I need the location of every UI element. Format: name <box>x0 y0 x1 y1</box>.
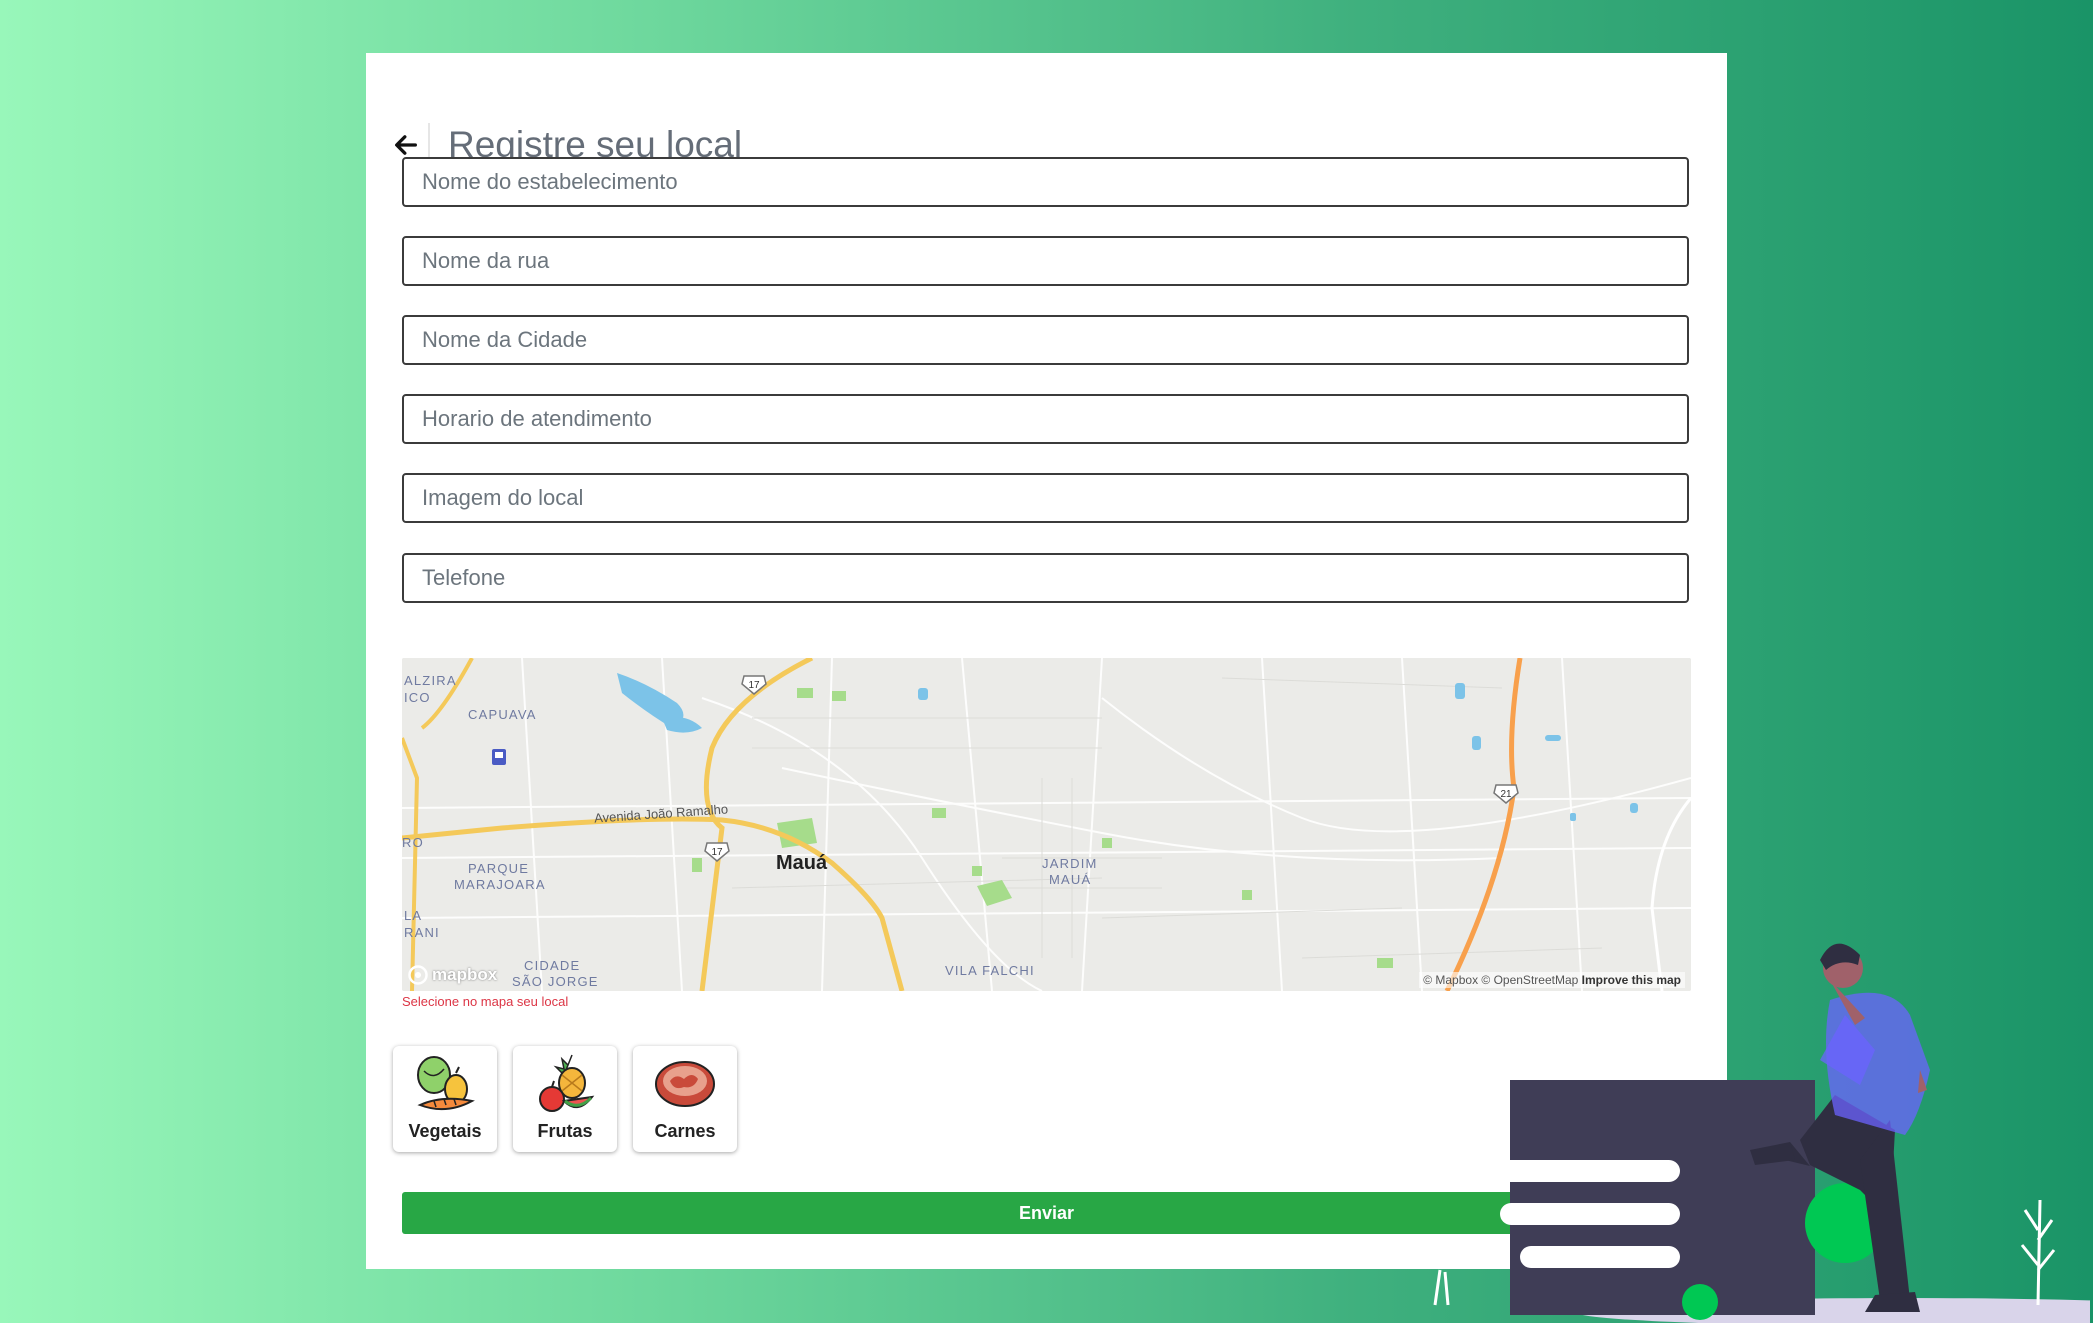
map-label-capuava: CAPUAVA <box>468 707 537 722</box>
map-label-parque: PARQUE <box>468 861 530 876</box>
map-label-sao-jorge: SÃO JORGE <box>512 974 599 989</box>
category-vegetais[interactable]: Vegetais <box>393 1046 497 1152</box>
category-carnes[interactable]: Carnes <box>633 1046 737 1152</box>
svg-text:21: 21 <box>1500 789 1512 800</box>
map-label-la: LA <box>404 908 423 923</box>
nome-estabelecimento-input[interactable] <box>404 159 1687 205</box>
person-illustration <box>1433 943 2090 1323</box>
mapbox-icon <box>408 965 428 985</box>
telefone-input[interactable] <box>404 555 1687 601</box>
field-nome-cidade <box>402 315 1689 365</box>
svg-text:17: 17 <box>748 680 760 691</box>
map-label-rani: RANI <box>404 925 440 940</box>
category-label: Carnes <box>654 1121 716 1141</box>
category-label: Frutas <box>537 1121 593 1141</box>
category-label: Vegetais <box>408 1121 482 1141</box>
field-imagem <box>402 473 1689 523</box>
field-telefone <box>402 553 1689 603</box>
imagem-input[interactable] <box>404 475 1687 521</box>
meat-icon <box>655 1061 715 1107</box>
nome-rua-input[interactable] <box>404 238 1687 284</box>
fruits-icon <box>539 1054 595 1112</box>
map-label-alzira: ALZIRA <box>404 673 457 688</box>
arrow-left-icon <box>395 135 417 155</box>
field-nome-rua <box>402 236 1689 286</box>
vegetables-icon <box>417 1056 475 1111</box>
horario-input[interactable] <box>404 396 1687 442</box>
field-nome-estabelecimento <box>402 157 1689 207</box>
field-horario <box>402 394 1689 444</box>
map-label-jardim: JARDIM <box>1042 856 1098 871</box>
map-label-marajoara: MARAJOARA <box>454 877 546 892</box>
map-label-vila-falchi: VILA FALCHI <box>945 963 1035 978</box>
map-label-ro: RO <box>402 835 424 850</box>
map-label-maua-district: MAUÁ <box>1049 872 1092 887</box>
mapbox-logo-text: mapbox <box>432 965 498 984</box>
nome-cidade-input[interactable] <box>404 317 1687 363</box>
category-frutas[interactable]: Frutas <box>513 1046 617 1152</box>
map-label-cidade: CIDADE <box>524 958 581 973</box>
map-label-ico: ICO <box>404 690 431 705</box>
map-hint: Selecione no mapa seu local <box>402 994 569 1009</box>
category-list: Vegetais Frutas Carnes <box>393 1046 737 1152</box>
mapbox-logo[interactable]: mapbox <box>408 965 497 985</box>
map-city-label: Mauá <box>776 852 828 874</box>
svg-text:17: 17 <box>711 847 723 858</box>
